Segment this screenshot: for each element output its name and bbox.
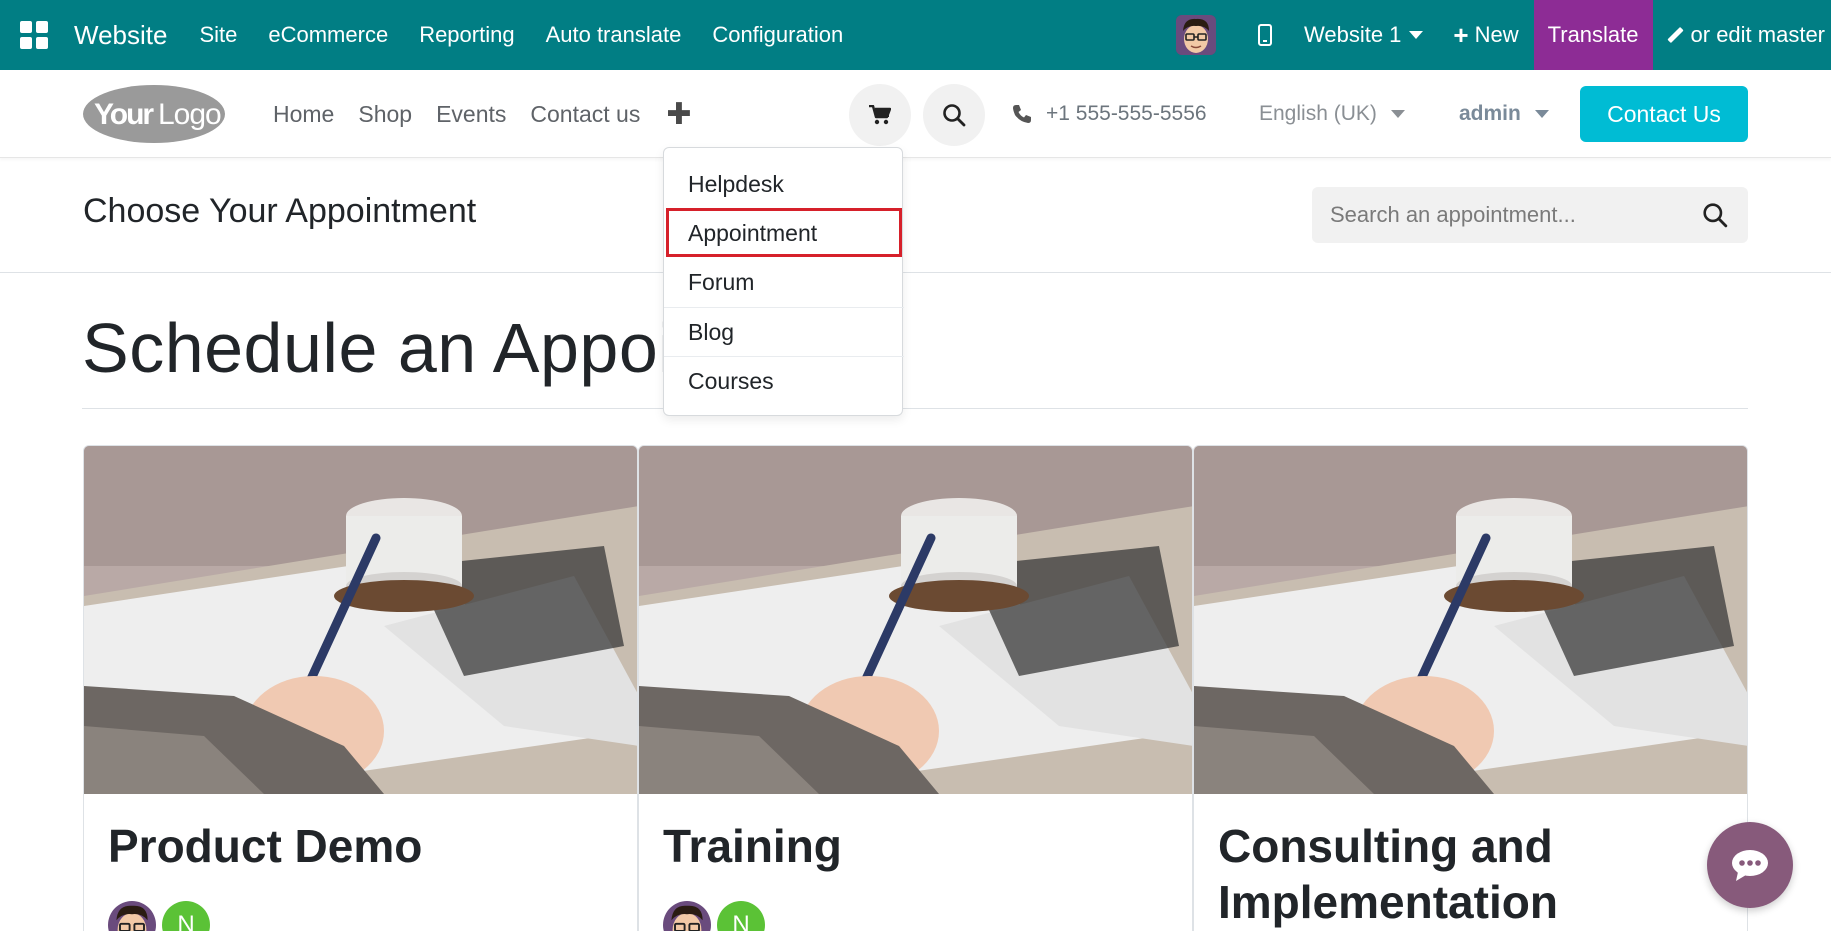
page-title: Choose Your Appointment <box>83 192 477 230</box>
card-title[interactable]: Product Demo <box>108 818 618 874</box>
staff-avatar <box>663 901 711 931</box>
logo-text-logo: Logo <box>158 98 221 131</box>
appointment-card[interactable]: Product Demo N <box>83 445 638 931</box>
edit-master-label: or edit master <box>1690 22 1826 47</box>
website-selector[interactable]: Website 1 <box>1304 22 1424 48</box>
appointment-search <box>1312 187 1748 243</box>
new-button-label: New <box>1474 22 1519 47</box>
admin-navbar: Website Site eCommerce Reporting Auto tr… <box>0 0 1831 70</box>
new-button[interactable]: + New <box>1453 22 1518 48</box>
divider <box>82 408 1748 409</box>
staff-avatar-initial: N <box>717 901 765 931</box>
card-title[interactable]: Consulting and Implementation <box>1218 818 1728 930</box>
dropdown-item-helpdesk[interactable]: Helpdesk <box>664 160 904 209</box>
menu-configuration[interactable]: Configuration <box>712 22 843 48</box>
dropdown-item-forum[interactable]: Forum <box>664 258 904 307</box>
nav-events[interactable]: Events <box>436 101 506 128</box>
phone-number: +1 555-555-5556 <box>1046 102 1207 125</box>
dropdown-item-courses[interactable]: Courses <box>664 356 904 405</box>
edit-master-button[interactable]: or edit master <box>1653 22 1826 48</box>
translate-button-label: Translate <box>1547 22 1639 47</box>
cart-button[interactable] <box>849 84 911 146</box>
phone-link[interactable]: +1 555-555-5556 <box>1012 70 1207 158</box>
user-name: admin <box>1459 102 1521 125</box>
live-chat-button[interactable] <box>1707 822 1793 908</box>
apps-grid-icon[interactable] <box>20 21 48 49</box>
search-icon[interactable] <box>1702 202 1728 228</box>
card-photo <box>639 446 1192 794</box>
nav-contact-us[interactable]: Contact us <box>530 101 640 128</box>
menu-auto-translate[interactable]: Auto translate <box>546 22 682 48</box>
appointment-search-input[interactable] <box>1312 187 1692 243</box>
search-icon <box>943 104 966 127</box>
dropdown-item-blog[interactable]: Blog <box>664 307 904 356</box>
appointment-card[interactable]: Training N <box>638 445 1193 931</box>
language-selector[interactable]: English (UK) <box>1259 70 1405 158</box>
appointment-subheader: Choose Your Appointment <box>0 158 1831 273</box>
language-label: English (UK) <box>1259 102 1377 125</box>
phone-icon <box>1013 105 1031 123</box>
translate-button[interactable]: Translate <box>1533 0 1653 70</box>
app-name[interactable]: Website <box>74 20 167 51</box>
card-staff-avatars: N <box>663 901 765 931</box>
staff-avatar-initial: N <box>162 901 210 931</box>
logo-text-your: Your <box>94 98 154 131</box>
menu-reporting[interactable]: Reporting <box>419 22 514 48</box>
admin-menu: Site eCommerce Reporting Auto translate … <box>199 22 843 48</box>
add-page-dropdown: Helpdesk Appointment Forum Blog Courses <box>663 147 904 416</box>
user-avatar[interactable] <box>1176 15 1216 55</box>
menu-ecommerce[interactable]: eCommerce <box>268 22 388 48</box>
plus-icon: + <box>1453 20 1469 50</box>
contact-us-button[interactable]: Contact Us <box>1580 86 1748 142</box>
chevron-down-icon <box>1534 110 1549 118</box>
header-search-button[interactable] <box>923 84 985 146</box>
mobile-preview-icon[interactable] <box>1258 24 1272 46</box>
add-menu-plus-icon[interactable]: ✚ <box>666 97 691 132</box>
cart-icon <box>869 105 891 125</box>
menu-site[interactable]: Site <box>199 22 237 48</box>
staff-avatar <box>108 901 156 931</box>
pencil-icon <box>1667 27 1683 43</box>
admin-actions: Website 1 + New Translate or edit master <box>1176 0 1825 70</box>
user-menu[interactable]: admin <box>1459 70 1549 158</box>
nav-home[interactable]: Home <box>273 101 334 128</box>
chat-bubble-icon <box>1732 850 1768 881</box>
card-title[interactable]: Training <box>663 818 1173 874</box>
nav-shop[interactable]: Shop <box>358 101 412 128</box>
website-header: Your Logo Home Shop Events Contact us ✚ … <box>0 70 1831 158</box>
card-photo <box>84 446 637 794</box>
highlight-box <box>666 208 902 257</box>
main-nav: Home Shop Events Contact us ✚ <box>273 70 692 158</box>
appointment-card[interactable]: Consulting and Implementation <box>1193 445 1748 931</box>
card-staff-avatars: N <box>108 901 210 931</box>
website-selector-label: Website 1 <box>1304 22 1402 47</box>
card-photo <box>1194 446 1747 794</box>
site-logo[interactable]: Your Logo <box>82 84 226 144</box>
chevron-down-icon <box>1390 110 1405 118</box>
chevron-down-icon <box>1409 31 1424 39</box>
